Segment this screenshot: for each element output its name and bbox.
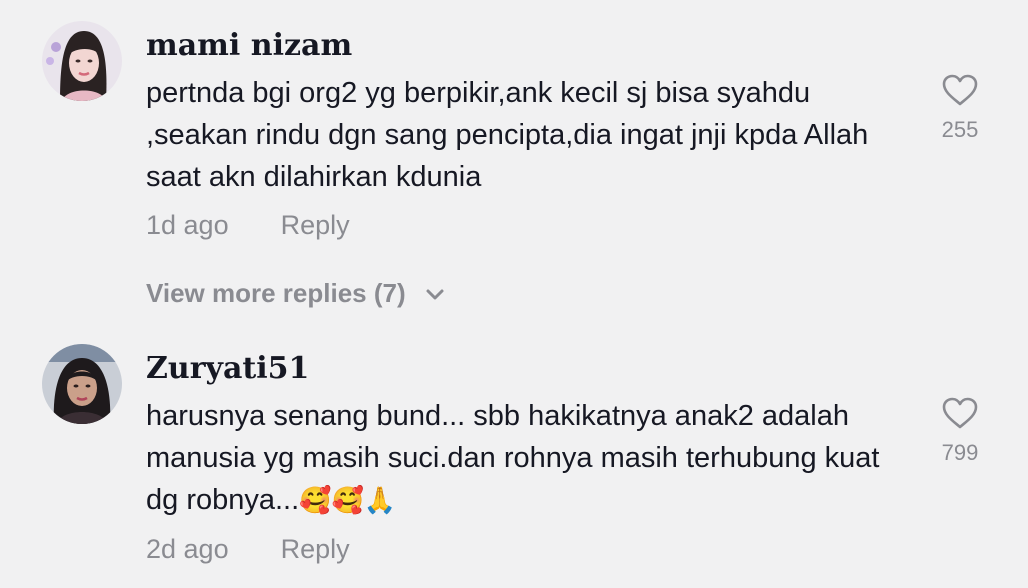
like-count: 255: [941, 117, 979, 142]
like-button[interactable]: 799: [932, 396, 988, 466]
comment-text: harusnya senang bund... sbb hakikatnya a…: [146, 395, 916, 522]
comment-text: pertnda bgi org2 yg berpikir,ank kecil s…: [146, 77, 869, 193]
timestamp: 1d ago: [146, 210, 229, 240]
heart-icon: [942, 74, 978, 106]
username[interactable]: mami nizam: [146, 29, 352, 63]
avatar[interactable]: [42, 21, 122, 101]
view-more-label: View more replies (7): [146, 278, 406, 308]
emoji-text: 🥰🥰🙏: [299, 486, 397, 516]
avatar[interactable]: [42, 344, 122, 424]
comment-text-body: harusnya senang bund... sbb hakikatnya a…: [146, 400, 880, 516]
timestamp: 2d ago: [146, 534, 229, 564]
heart-icon: [942, 397, 978, 429]
like-count: 799: [941, 440, 979, 465]
reply-button[interactable]: Reply: [281, 210, 350, 240]
comment-meta: 2d ago Reply: [146, 534, 350, 565]
view-more-replies-button[interactable]: View more replies (7): [146, 278, 445, 309]
chevron-down-icon: [426, 289, 444, 300]
username[interactable]: Zuryati51: [146, 352, 309, 386]
like-button[interactable]: 255: [932, 73, 988, 143]
reply-button[interactable]: Reply: [281, 534, 350, 564]
comment-meta: 1d ago Reply: [146, 210, 350, 241]
